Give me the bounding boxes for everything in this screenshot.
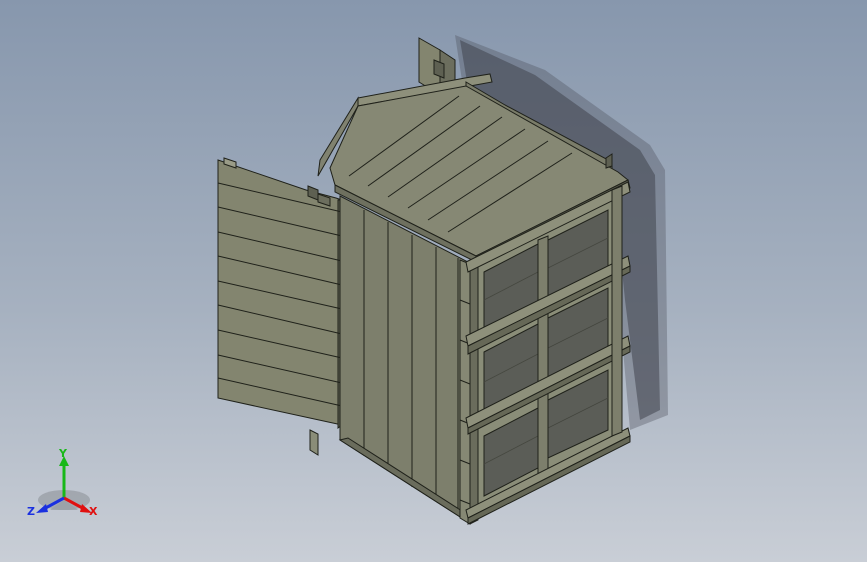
corner-post	[459, 259, 479, 525]
left-door-panel	[217, 157, 343, 429]
y-axis-label: Y	[58, 448, 68, 460]
rear-corner-post	[611, 185, 623, 437]
z-axis-label: Z	[27, 505, 35, 518]
x-axis-label: X	[89, 505, 98, 518]
cad-viewport[interactable]	[0, 0, 867, 562]
view-triad[interactable]: Y X Z	[22, 448, 104, 524]
